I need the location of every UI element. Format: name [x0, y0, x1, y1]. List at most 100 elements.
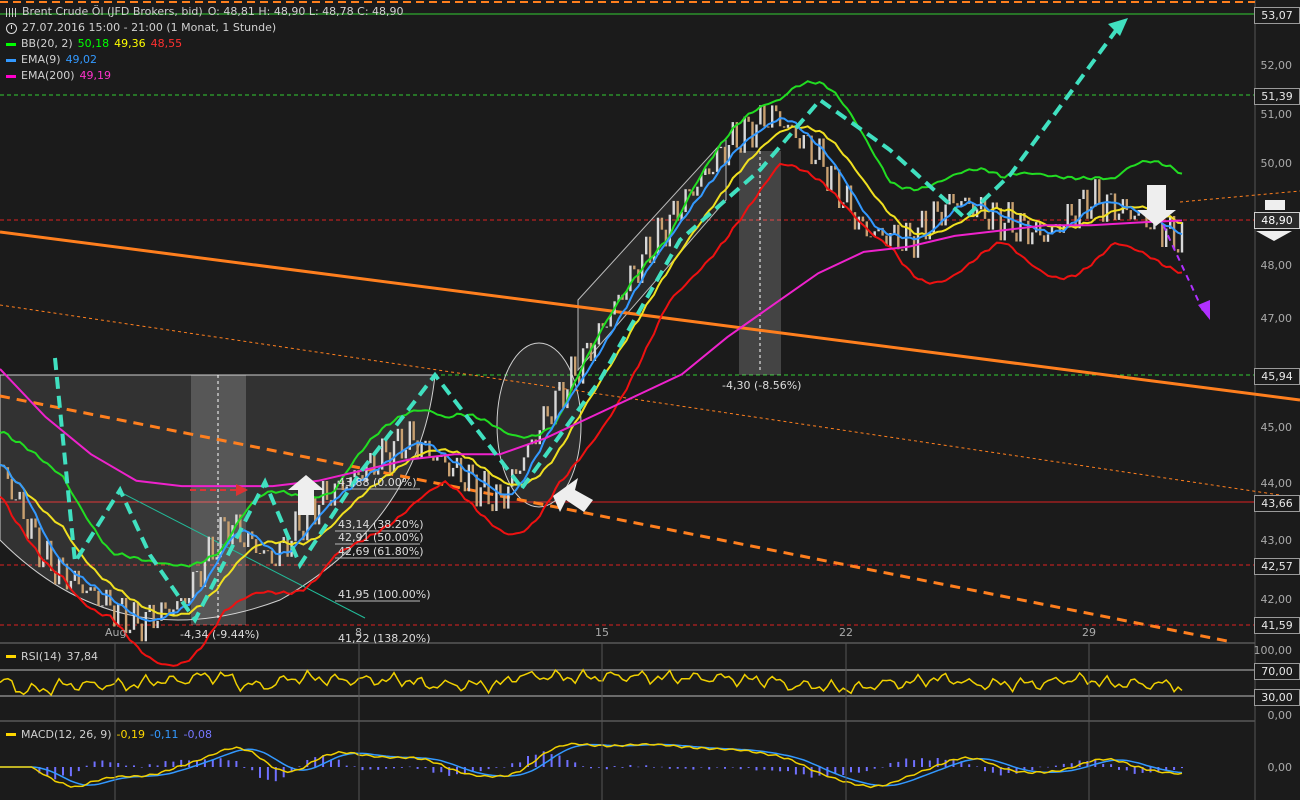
candle [771, 105, 774, 128]
candle [77, 570, 80, 585]
macd-hist-bar [550, 754, 553, 767]
legend-ema9[interactable]: EMA(9) 49,02 [6, 52, 404, 68]
candle [901, 249, 904, 251]
macd-hist-bar [148, 764, 151, 767]
candle [786, 124, 790, 128]
candle [719, 146, 723, 149]
macd-hist-bar [1062, 763, 1065, 767]
macd-hist-bar [1102, 763, 1105, 767]
macd-hist-bar [109, 762, 112, 767]
macd-hist-bar [416, 767, 419, 769]
candle [176, 601, 179, 610]
fib-label: 41,22 (138.20%) [338, 632, 431, 645]
current-price-tag[interactable]: 48,90 [1254, 212, 1300, 229]
candle [1007, 202, 1010, 223]
macd-hist-bar [739, 767, 742, 770]
macd-hist-bar [842, 767, 845, 775]
candle [1082, 189, 1085, 199]
macd-hist-bar [432, 767, 435, 773]
candle [105, 589, 108, 606]
candle [893, 224, 896, 234]
candle [830, 165, 833, 191]
price-tag[interactable]: 45,94 [1254, 368, 1300, 385]
candle [585, 342, 589, 349]
candle [491, 504, 494, 512]
candle [325, 481, 329, 500]
candle [38, 527, 41, 568]
macd-hist-bar [747, 767, 750, 768]
candle [672, 200, 675, 215]
candle [459, 457, 463, 483]
macd-hist-bar [125, 765, 128, 767]
x-tick-label: 22 [839, 626, 853, 639]
macd-hist-bar [361, 767, 364, 771]
candle [140, 623, 143, 642]
candles-icon [6, 7, 17, 17]
candle [696, 186, 699, 196]
macd-hist-bar [913, 760, 916, 767]
price-tick: 50,00 [1260, 157, 1293, 170]
candle [1105, 194, 1109, 222]
price-tag[interactable]: 43,66 [1254, 495, 1300, 512]
candle [1117, 213, 1121, 220]
macd-hist-bar [369, 767, 372, 770]
price-tag[interactable]: 53,07 [1254, 7, 1300, 24]
rsi-tag-30[interactable]: 30,00 [1254, 689, 1300, 706]
macd-hist-bar [156, 765, 159, 767]
price-tag[interactable]: 42,57 [1254, 558, 1300, 575]
macd-hist-bar [219, 758, 222, 767]
candle [1165, 228, 1168, 247]
x-tick-label: 29 [1082, 626, 1096, 639]
candle [558, 382, 561, 391]
candle [117, 604, 120, 627]
candle [605, 326, 608, 328]
macd-hist-bar [259, 767, 261, 778]
macd-hist-bar [787, 767, 789, 772]
candle [199, 571, 203, 587]
price-chart[interactable] [0, 0, 1300, 800]
candle [767, 126, 770, 128]
candle [270, 550, 274, 564]
macd-hist-bar [574, 762, 577, 767]
rsi-legend[interactable]: RSI(14) 37,84 [6, 650, 98, 663]
price-tag[interactable]: 41,59 [1254, 617, 1300, 634]
macd-hist-bar [400, 767, 403, 768]
rsi-line [0, 668, 1183, 697]
price-tag[interactable]: 51,39 [1254, 88, 1300, 105]
candle [916, 227, 920, 258]
candle [479, 487, 482, 507]
price-tick: 52,00 [1260, 59, 1293, 72]
candle [861, 216, 865, 222]
candle [152, 604, 155, 629]
period-row: 27.07.2016 15:00 - 21:00 (1 Monat, 1 Stu… [6, 20, 404, 36]
macd-hist-bar [1070, 763, 1073, 767]
candle [18, 491, 21, 500]
macd-hist-bar [266, 767, 269, 780]
ema9-value: 49,02 [65, 53, 98, 66]
macd-hist-bar [731, 767, 734, 768]
macd-hist-bar [1110, 764, 1113, 767]
candle [802, 135, 805, 149]
candle [956, 203, 959, 206]
macd-hist-bar [46, 767, 49, 776]
bb-lower-value: 48,55 [150, 37, 183, 50]
macd-hist-bar [353, 766, 356, 767]
candle [987, 218, 991, 230]
candle [487, 471, 490, 505]
candle [708, 168, 711, 175]
macd-hist-bar [62, 767, 64, 776]
candle [81, 584, 84, 594]
candle [999, 208, 1002, 241]
legend-ema200[interactable]: EMA(200) 49,19 [6, 68, 404, 84]
macd-hist-bar [85, 765, 88, 767]
macd-hist-bar [503, 767, 506, 768]
macd-hist-bar [724, 767, 726, 769]
macd-legend[interactable]: MACD(12, 26, 9) -0,19 -0,11 -0,08 [6, 728, 212, 741]
macd-hist-bar [802, 767, 805, 775]
candle [1113, 193, 1117, 220]
ema200-label: EMA(200) [21, 69, 75, 82]
candle [818, 138, 821, 160]
rsi-tag-70[interactable]: 70,00 [1254, 663, 1300, 680]
legend-bb[interactable]: BB(20, 2) 50,18 49,36 48,55 [6, 36, 404, 52]
candle [136, 602, 140, 624]
